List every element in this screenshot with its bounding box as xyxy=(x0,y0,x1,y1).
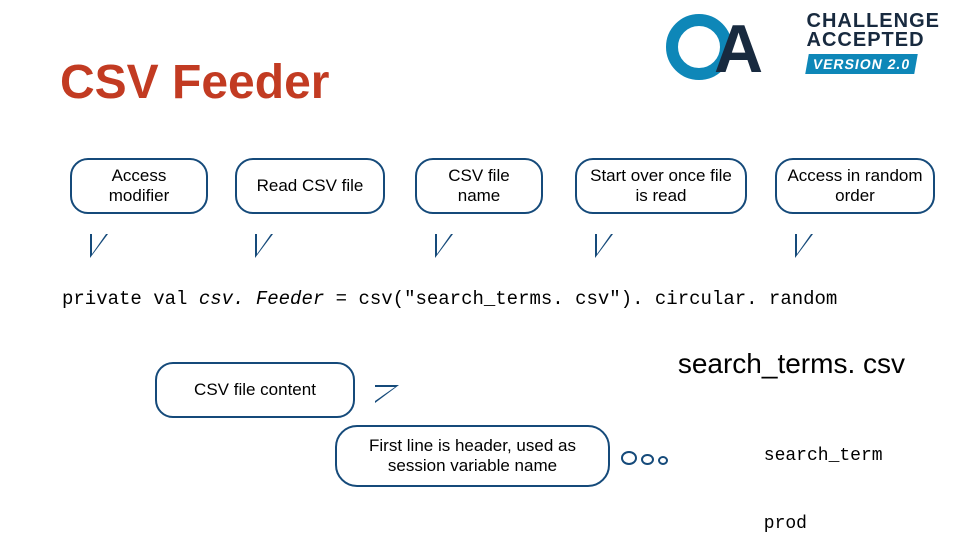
callout-label: Read CSV file xyxy=(257,176,364,196)
file-line: prod xyxy=(764,513,915,536)
code-line: private val csv. Feeder = csv("search_te… xyxy=(62,288,837,310)
code-rest: = csv("search_terms. csv"). circular. ra… xyxy=(324,288,837,310)
cloud-puffs-icon xyxy=(617,450,668,470)
callout-start-over: Start over once file is read xyxy=(575,158,747,214)
callout-random-order: Access in random order xyxy=(775,158,935,214)
file-line: search_term xyxy=(764,445,915,468)
brand-letter: A xyxy=(714,10,759,88)
brand-logo-icon: A xyxy=(670,18,760,98)
callout-label: First line is header, used as session va… xyxy=(349,436,596,477)
brand-version-badge: VERSION 2.0 xyxy=(805,54,918,74)
code-identifier: csv. Feeder xyxy=(199,288,324,310)
file-content: search_term prod product 1 hello search.… xyxy=(764,400,915,540)
callout-csv-file-name: CSV file name xyxy=(415,158,543,214)
callout-first-line-header: First line is header, used as session va… xyxy=(335,425,610,487)
callout-csv-file-content: CSV file content xyxy=(155,362,355,418)
brand-text: CHALLENGE ACCEPTED VERSION 2.0 xyxy=(807,10,940,74)
page-title: CSV Feeder xyxy=(60,55,329,110)
brand-line2: ACCEPTED xyxy=(807,29,940,52)
callout-label: Access modifier xyxy=(80,166,198,207)
file-name-heading: search_terms. csv xyxy=(678,348,905,380)
callout-label: Start over once file is read xyxy=(585,166,737,207)
callout-label: Access in random order xyxy=(785,166,925,207)
code-keyword: private val xyxy=(62,288,199,310)
callout-access-modifier: Access modifier xyxy=(70,158,208,214)
callout-label: CSV file name xyxy=(425,166,533,207)
callout-read-csv: Read CSV file xyxy=(235,158,385,214)
callout-label: CSV file content xyxy=(194,380,316,400)
